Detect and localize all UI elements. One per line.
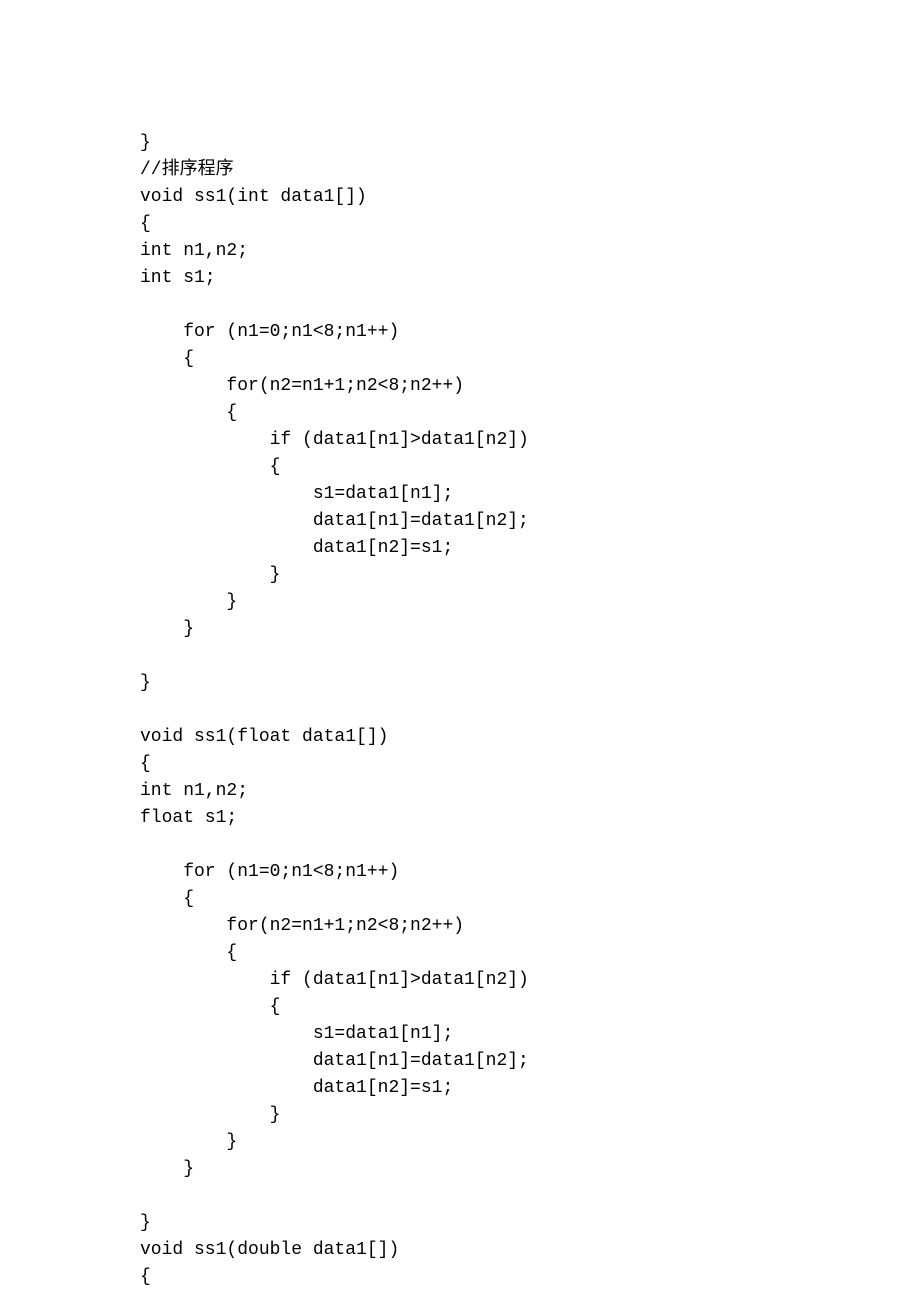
code-block: } //排序程序 void ss1(int data1[]) { int n1,… [0, 0, 920, 1291]
